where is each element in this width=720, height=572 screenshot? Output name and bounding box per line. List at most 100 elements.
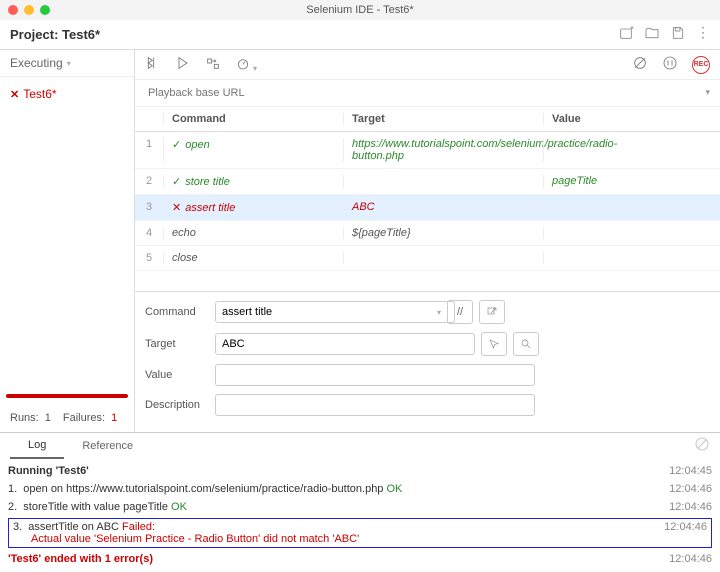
project-toolbar: Project: Test6* ⋮ (0, 20, 720, 50)
chevron-down-icon[interactable]: ▾ (705, 87, 710, 98)
sidebar-state-label: Executing (10, 56, 63, 70)
project-label-text: Project: (10, 27, 58, 42)
editor-value-label: Value (145, 369, 215, 381)
log-entry: 1. open on https://www.tutorialspoint.co… (8, 480, 712, 498)
base-url-input[interactable] (141, 82, 714, 104)
row-value (543, 227, 720, 239)
progress-bar (6, 394, 128, 398)
chevron-down-icon: ▾ (67, 59, 71, 68)
speed-icon[interactable]: ▾ (235, 55, 257, 74)
test-item[interactable]: ✕ Test6* (0, 81, 134, 107)
command-row[interactable]: 2✓store title pageTitle (135, 169, 720, 195)
row-command: echo (163, 227, 343, 239)
fail-icon: ✕ (10, 88, 19, 101)
row-command: ✓store title (163, 175, 343, 188)
row-command: ✓open (163, 138, 343, 162)
command-row[interactable]: 3✕assert titleABC (135, 195, 720, 221)
window-title: Selenium IDE - Test6* (0, 4, 720, 16)
run-all-icon[interactable] (145, 55, 161, 74)
test-list: ✕ Test6* (0, 77, 134, 394)
log-message: Running 'Test6' (8, 465, 652, 477)
run-current-icon[interactable] (175, 55, 191, 74)
log-entry: 2. storeTitle with value pageTitle OK12:… (8, 498, 712, 516)
editor-target-label: Target (145, 338, 215, 350)
title-bar: Selenium IDE - Test6* (0, 0, 720, 20)
row-number: 5 (135, 252, 163, 264)
editor-value-input[interactable] (215, 364, 535, 386)
log-entry: Running 'Test6'12:04:45 (8, 462, 712, 480)
command-grid-header: Command Target Value (135, 107, 720, 132)
pause-exceptions-icon[interactable] (662, 55, 678, 74)
tab-reference[interactable]: Reference (64, 434, 151, 458)
row-value: pageTitle (543, 175, 720, 188)
log-panel: Running 'Test6'12:04:451. open on https:… (0, 458, 720, 572)
row-target: ${pageTitle} (343, 227, 543, 239)
main-area: Executing ▾ ✕ Test6* Runs: 1 Failures: 1… (0, 50, 720, 432)
log-time: 12:04:46 (652, 483, 712, 495)
more-menu-icon[interactable]: ⋮ (696, 25, 710, 44)
project-actions: ⋮ (618, 25, 710, 44)
log-time: 12:04:46 (647, 521, 707, 545)
row-value (543, 252, 720, 264)
failures-label: Failures: (63, 412, 105, 424)
run-summary: Runs: 1 Failures: 1 (0, 404, 134, 432)
log-time: 12:04:45 (652, 465, 712, 477)
toggle-comment-button[interactable]: // (447, 300, 473, 324)
select-target-icon[interactable] (481, 332, 507, 356)
tests-sidebar: Executing ▾ ✕ Test6* Runs: 1 Failures: 1 (0, 50, 135, 432)
step-over-icon[interactable] (205, 55, 221, 74)
row-number: 2 (135, 175, 163, 188)
log-message: 2. storeTitle with value pageTitle OK (8, 501, 652, 513)
open-project-icon[interactable] (644, 25, 660, 44)
tab-log[interactable]: Log (10, 433, 64, 459)
editor-command-input[interactable] (215, 301, 455, 323)
command-row[interactable]: 1✓openhttps://www.tutorialspoint.com/sel… (135, 132, 720, 169)
row-target (343, 252, 543, 264)
runs-count: 1 (45, 412, 51, 424)
project-name: Test6* (62, 27, 100, 42)
test-name: Test6* (23, 87, 56, 101)
log-time: 12:04:46 (652, 553, 712, 565)
content-area: ▾ REC ▾ Command Target Value 1✓openhttps… (135, 50, 720, 432)
row-target: ABC (343, 201, 543, 214)
new-project-icon[interactable] (618, 25, 634, 44)
row-command: ✕assert title (163, 201, 343, 214)
header-value: Value (543, 113, 720, 125)
command-row[interactable]: 5close (135, 246, 720, 271)
log-message: 3. assertTitle on ABC Failed:Actual valu… (13, 521, 647, 545)
row-target (343, 175, 543, 188)
command-grid: 1✓openhttps://www.tutorialspoint.com/sel… (135, 132, 720, 291)
command-row[interactable]: 4echo${pageTitle} (135, 221, 720, 246)
editor-command-label: Command (145, 306, 215, 318)
log-entry: 3. assertTitle on ABC Failed:Actual valu… (8, 518, 712, 548)
row-number: 1 (135, 138, 163, 162)
row-value (543, 201, 720, 214)
project-label: Project: Test6* (10, 27, 100, 42)
playback-toolbar: ▾ REC (135, 50, 720, 80)
row-target: https://www.tutorialspoint.com/selenium/… (343, 138, 543, 162)
header-command: Command (163, 113, 343, 125)
open-command-docs-icon[interactable] (479, 300, 505, 324)
clear-log-icon[interactable] (694, 436, 710, 455)
row-number: 4 (135, 227, 163, 239)
log-message: 'Test6' ended with 1 error(s) (8, 553, 652, 565)
row-value (543, 138, 720, 162)
base-url-bar: ▾ (135, 80, 720, 107)
command-editor: Command ▾ // Target Value Description (135, 291, 720, 432)
header-target: Target (343, 113, 543, 125)
failures-count: 1 (111, 412, 117, 424)
editor-description-input[interactable] (215, 394, 535, 416)
bottom-tabs: Log Reference (0, 432, 720, 458)
log-message: 1. open on https://www.tutorialspoint.co… (8, 483, 652, 495)
record-button[interactable]: REC (692, 56, 710, 74)
save-project-icon[interactable] (670, 25, 686, 44)
log-time: 12:04:46 (652, 501, 712, 513)
row-number: 3 (135, 201, 163, 214)
disable-breakpoints-icon[interactable] (632, 55, 648, 74)
log-entry: 'Test6' ended with 1 error(s)12:04:46 (8, 550, 712, 568)
runs-label: Runs: (10, 412, 39, 424)
find-target-icon[interactable] (513, 332, 539, 356)
editor-description-label: Description (145, 399, 215, 411)
sidebar-state[interactable]: Executing ▾ (0, 50, 134, 77)
editor-target-input[interactable] (215, 333, 475, 355)
